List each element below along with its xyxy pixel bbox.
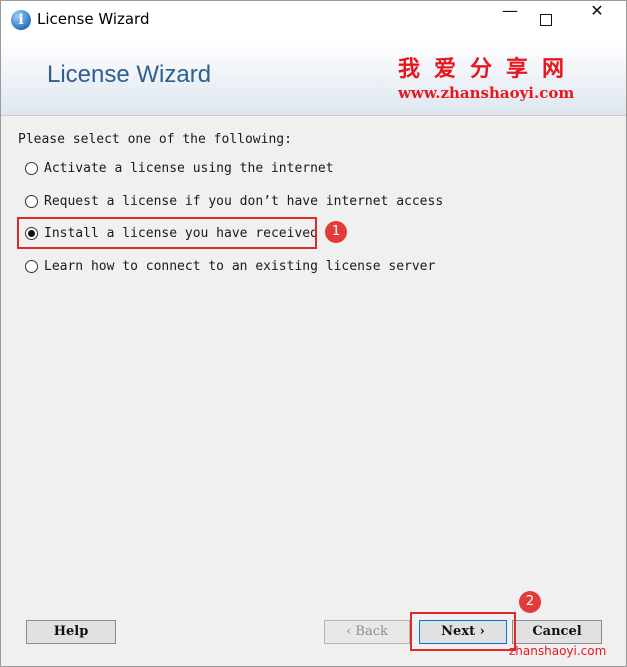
radio-button[interactable] [25, 161, 38, 175]
back-button[interactable]: ‹ Back [324, 620, 410, 644]
step-badge-1: 1 [325, 221, 347, 243]
watermark-footer: zhanshaoyi.com [509, 644, 607, 658]
option-activate-internet[interactable]: Activate a license using the internet [25, 159, 334, 177]
app-info-icon: i [11, 10, 31, 30]
banner-title: License Wizard [47, 61, 212, 88]
window-title: License Wizard [37, 10, 150, 28]
license-wizard-window: i License Wizard — ✕ License Wizard 我爱分享… [0, 0, 627, 667]
cancel-button[interactable]: Cancel [512, 620, 602, 644]
watermark-chinese: 我爱分享网 [398, 57, 579, 82]
radio-button[interactable] [25, 194, 38, 208]
option-label: Activate a license using the internet [44, 160, 334, 176]
title-bar[interactable]: i License Wizard — ✕ [1, 1, 626, 39]
wizard-content: Please select one of the following: Acti… [1, 115, 626, 666]
wizard-banner: License Wizard 我爱分享网 www.zhanshaoyi.com [1, 39, 626, 115]
radio-button[interactable] [25, 259, 38, 273]
highlight-box-step1 [17, 217, 317, 249]
option-label: Request a license if you don’t have inte… [44, 193, 444, 209]
step-badge-2: 2 [519, 591, 541, 613]
highlight-box-step2 [410, 612, 516, 651]
prompt-text: Please select one of the following: [18, 132, 292, 147]
watermark-url: www.zhanshaoyi.com [398, 84, 575, 102]
maximize-icon [540, 14, 552, 26]
help-button[interactable]: Help [26, 620, 116, 644]
option-learn-license-server[interactable]: Learn how to connect to an existing lice… [25, 257, 435, 275]
maximize-button[interactable] [523, 1, 569, 39]
close-button[interactable]: ✕ [574, 1, 620, 39]
option-label: Learn how to connect to an existing lice… [44, 258, 436, 274]
option-request-offline[interactable]: Request a license if you don’t have inte… [25, 192, 443, 210]
